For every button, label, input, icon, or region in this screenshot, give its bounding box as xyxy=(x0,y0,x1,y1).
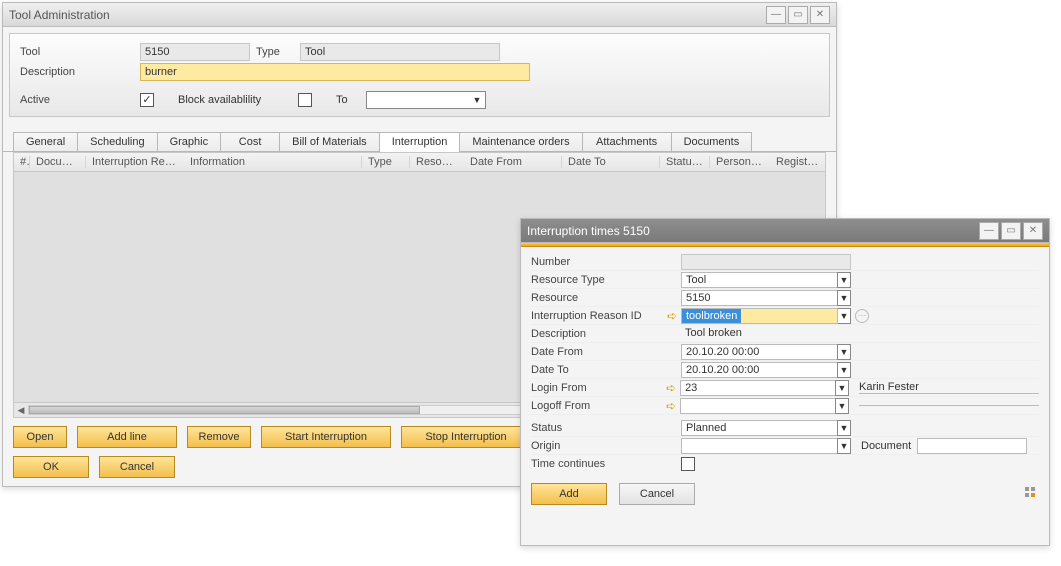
window-title: Tool Administration xyxy=(9,8,766,22)
close-button[interactable]: ✕ xyxy=(810,6,830,24)
logoff-from-select[interactable] xyxy=(680,398,836,414)
tab-interruption[interactable]: Interruption xyxy=(379,132,461,152)
type-value: Tool xyxy=(300,43,500,61)
chevron-down-icon[interactable]: ▼ xyxy=(837,290,851,306)
col-personnel: Personnel ID xyxy=(710,156,770,168)
to-select[interactable]: ▼ xyxy=(366,91,486,109)
login-from-label: Login From xyxy=(531,382,664,394)
col-hash: # xyxy=(14,156,30,168)
number-value xyxy=(681,254,851,270)
document-label: Document xyxy=(861,440,911,452)
col-docum: Docum ... xyxy=(30,156,86,168)
maximize-button[interactable]: ▭ xyxy=(788,6,808,24)
block-availability-label: Block availablility xyxy=(178,94,298,106)
interruption-table-header: # Docum ... Interruption Reaso Informati… xyxy=(13,152,826,172)
tab-graphic[interactable]: Graphic xyxy=(157,132,222,151)
col-interruption-reason: Interruption Reaso xyxy=(86,156,184,168)
dialog-maximize-button[interactable]: ▭ xyxy=(1001,222,1021,240)
chevron-down-icon: ▼ xyxy=(469,95,485,105)
tab-maintenance[interactable]: Maintenance orders xyxy=(459,132,582,151)
active-checkbox[interactable]: ✓ xyxy=(140,93,154,107)
tab-general[interactable]: General xyxy=(13,132,78,151)
date-from-label: Date From xyxy=(531,346,681,358)
resource-type-select[interactable]: Tool xyxy=(681,272,838,288)
col-registered-by: Registered by xyxy=(770,156,825,168)
col-type: Type xyxy=(362,156,410,168)
tab-bom[interactable]: Bill of Materials xyxy=(279,132,380,151)
chevron-down-icon[interactable]: ▼ xyxy=(837,420,851,436)
tool-label: Tool xyxy=(20,46,140,58)
minimize-button[interactable]: — xyxy=(766,6,786,24)
dialog-minimize-button[interactable]: — xyxy=(979,222,999,240)
tab-attachments[interactable]: Attachments xyxy=(582,132,672,151)
description-label: Description xyxy=(20,66,140,78)
resource-select[interactable]: 5150 xyxy=(681,290,838,306)
dialog-add-button[interactable]: Add xyxy=(531,483,607,505)
chevron-down-icon[interactable]: ▼ xyxy=(837,362,851,378)
resource-label: Resource xyxy=(531,292,681,304)
chevron-down-icon[interactable]: ▼ xyxy=(835,398,849,414)
chevron-down-icon[interactable]: ▼ xyxy=(835,380,849,396)
status-select[interactable]: Planned xyxy=(681,420,838,436)
col-date-from: Date From xyxy=(464,156,562,168)
dialog-title: Interruption times 5150 xyxy=(527,224,979,238)
login-from-person: Karin Fester xyxy=(859,381,1039,394)
col-date-to: Date To xyxy=(562,156,660,168)
status-label: Status xyxy=(531,422,681,434)
col-statusid: Statusid xyxy=(660,156,710,168)
interruption-times-dialog: Interruption times 5150 — ▭ ✕ Number Res… xyxy=(520,218,1050,546)
tab-scheduling[interactable]: Scheduling xyxy=(77,132,157,151)
interruption-reason-id-select[interactable]: toolbroken xyxy=(681,308,838,324)
date-to-select[interactable]: 20.10.20 00:00 xyxy=(681,362,838,378)
cancel-button[interactable]: Cancel xyxy=(99,456,175,478)
block-availability-checkbox[interactable] xyxy=(298,93,312,107)
logoff-from-label: Logoff From xyxy=(531,400,664,412)
origin-select[interactable] xyxy=(681,438,838,454)
add-line-button[interactable]: Add line xyxy=(77,426,177,448)
interruption-reason-id-label: Interruption Reason ID xyxy=(531,310,665,322)
active-label: Active xyxy=(20,94,140,106)
chevron-down-icon[interactable]: ▼ xyxy=(837,308,851,324)
tool-value: 5150 xyxy=(140,43,250,61)
info-icon[interactable]: ⋯ xyxy=(855,309,869,323)
date-to-label: Date To xyxy=(531,364,681,376)
scroll-left-button[interactable]: ◀ xyxy=(14,405,28,416)
stop-interruption-button[interactable]: Stop Interruption xyxy=(401,426,531,448)
to-label: To xyxy=(336,94,366,106)
description-input[interactable]: burner xyxy=(140,63,530,81)
arrow-right-icon: ➪ xyxy=(665,309,679,323)
dialog-close-button[interactable]: ✕ xyxy=(1023,222,1043,240)
arrow-right-icon: ➪ xyxy=(664,399,678,413)
document-input[interactable] xyxy=(917,438,1027,454)
origin-label: Origin xyxy=(531,440,681,452)
start-interruption-button[interactable]: Start Interruption xyxy=(261,426,391,448)
resize-grip-icon[interactable] xyxy=(1025,487,1039,501)
resource-type-label: Resource Type xyxy=(531,274,681,286)
tab-cost[interactable]: Cost xyxy=(220,132,280,151)
login-from-select[interactable]: 23 xyxy=(680,380,836,396)
open-button[interactable]: Open xyxy=(13,426,67,448)
remove-button[interactable]: Remove xyxy=(187,426,251,448)
chevron-down-icon[interactable]: ▼ xyxy=(837,344,851,360)
dlg-description-label: Description xyxy=(531,328,681,340)
ok-button[interactable]: OK xyxy=(13,456,89,478)
scrollbar-thumb[interactable] xyxy=(29,406,420,414)
tab-documents[interactable]: Documents xyxy=(671,132,753,151)
time-continues-label: Time continues xyxy=(531,458,681,470)
date-from-select[interactable]: 20.10.20 00:00 xyxy=(681,344,838,360)
time-continues-checkbox[interactable] xyxy=(681,457,695,471)
number-label: Number xyxy=(531,256,681,268)
logoff-from-person xyxy=(859,405,1039,406)
dlg-description-value: Tool broken xyxy=(681,326,851,342)
chevron-down-icon[interactable]: ▼ xyxy=(837,272,851,288)
dialog-cancel-button[interactable]: Cancel xyxy=(619,483,695,505)
chevron-down-icon[interactable]: ▼ xyxy=(837,438,851,454)
arrow-right-icon: ➪ xyxy=(664,381,678,395)
col-information: Information xyxy=(184,156,362,168)
type-label: Type xyxy=(250,46,300,58)
col-resource: Resource xyxy=(410,156,464,168)
